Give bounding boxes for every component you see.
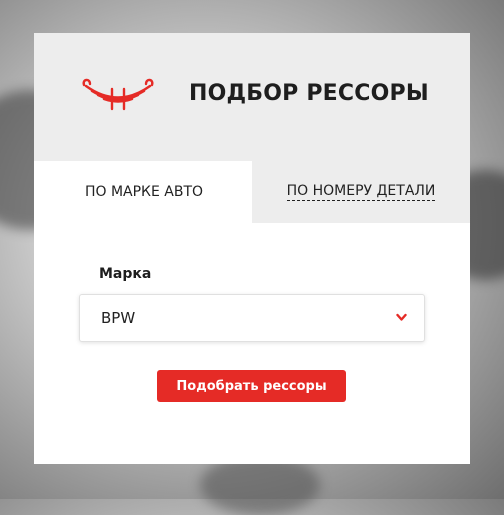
chevron-down-icon	[396, 313, 407, 321]
brand-select-value: BPW	[101, 309, 136, 327]
background-blur	[200, 455, 320, 515]
tab-label: ПО НОМЕРУ ДЕТАЛИ	[286, 183, 436, 201]
tab-by-car-brand[interactable]: ПО МАРКЕ АВТО	[34, 161, 252, 223]
leaf-spring-icon	[82, 78, 154, 111]
tab-by-part-number[interactable]: ПО НОМЕРУ ДЕТАЛИ	[252, 161, 470, 223]
find-springs-button[interactable]: Подобрать рессоры	[157, 370, 346, 402]
card-header: ПОДБОР РЕССОРЫ	[34, 33, 470, 161]
tab-label: ПО МАРКЕ АВТО	[84, 184, 204, 200]
brand-field-label: Марка	[99, 266, 152, 282]
spring-selector-card: ПОДБОР РЕССОРЫ ПО МАРКЕ АВТО ПО НОМЕРУ Д…	[34, 33, 470, 464]
page-title: ПОДБОР РЕССОРЫ	[189, 81, 429, 106]
search-mode-tabs: ПО МАРКЕ АВТО ПО НОМЕРУ ДЕТАЛИ	[34, 161, 470, 223]
brand-select[interactable]: BPW	[79, 294, 425, 342]
